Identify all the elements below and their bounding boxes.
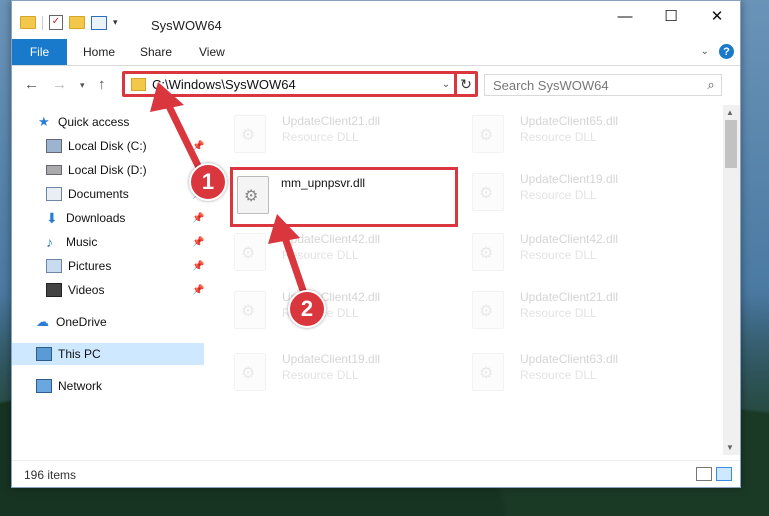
arrow-1-head (150, 82, 184, 112)
annotation-arrows (150, 82, 312, 309)
step-marker-2: 2 (288, 290, 326, 328)
step-marker-1: 1 (189, 163, 227, 201)
arrow-2-head (268, 214, 300, 244)
